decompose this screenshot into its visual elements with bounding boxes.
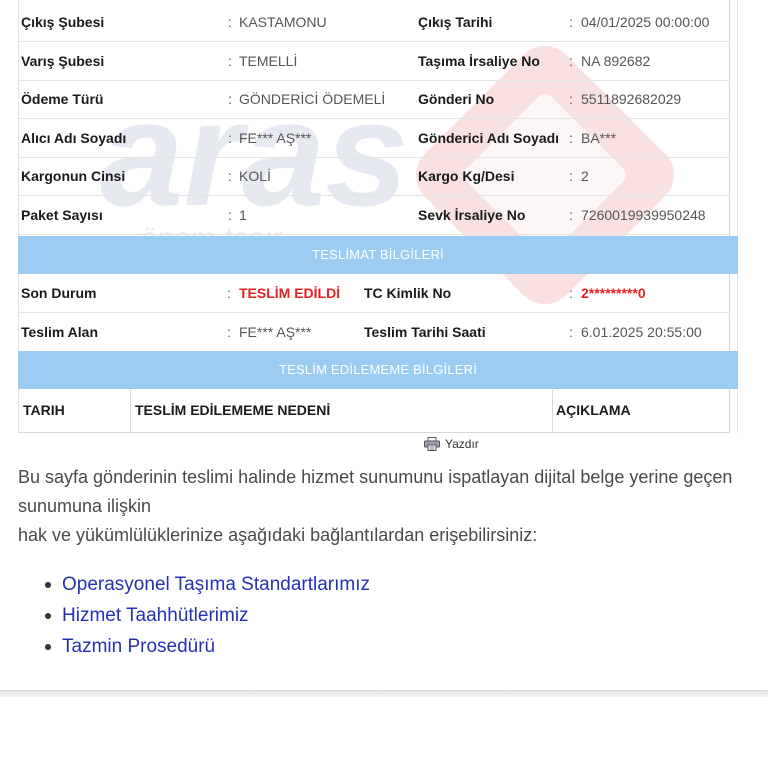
detail-row-names: Alıcı Adı Soyadı : FE*** AŞ*** Gönderici… [18, 119, 730, 158]
colon: : [569, 168, 573, 184]
bullet-icon [45, 613, 51, 619]
print-button[interactable]: Yazdır [424, 436, 479, 452]
sender-name-label: Gönderici Adı Soyadı [418, 130, 560, 146]
delivery-row-status: Son Durum : TESLİM EDİLDİ TC Kimlik No :… [18, 274, 730, 313]
colon: : [228, 53, 232, 69]
shipment-no-label: Gönderi No [418, 91, 495, 107]
colon: : [569, 14, 573, 30]
cargo-type-label: Kargonun Cinsi [21, 168, 126, 184]
received-by-label: Teslim Alan [21, 324, 99, 340]
recipient-name-value: FE*** AŞ*** [239, 130, 312, 146]
delivery-status-value: TESLİM EDİLDİ [239, 285, 341, 301]
colon: : [227, 285, 231, 301]
cargo-weight-value: 2 [581, 168, 589, 184]
paragraph-line: hak ve yükümlülüklerinize aşağıdaki bağl… [18, 525, 538, 545]
tc-id-label: TC Kimlik No [364, 285, 452, 301]
colon: : [227, 324, 231, 340]
dispatch-note-value: 7260019939950248 [581, 207, 706, 223]
payment-type-value: GÖNDERİCİ ÖDEMELİ [239, 91, 386, 107]
failed-delivery-header: TESLİM EDİLEMEME BİLGİLERİ [18, 351, 738, 389]
waybill-no-value: NA 892682 [581, 53, 651, 69]
sender-name-value: BA*** [581, 130, 617, 146]
received-by-value: FE*** AŞ*** [239, 324, 312, 340]
detail-row-arrival: Varış Şubesi : TEMELLİ Taşıma İrsaliye N… [18, 42, 730, 81]
column-reason: TESLİM EDİLEMEME NEDENİ [135, 402, 331, 418]
colon: : [228, 207, 232, 223]
bullet-icon [45, 582, 51, 588]
column-description: AÇIKLAMA [556, 402, 631, 418]
column-divider [130, 390, 131, 432]
cargo-weight-label: Kargo Kg/Desi [418, 168, 515, 184]
colon: : [569, 285, 573, 301]
package-count-value: 1 [239, 207, 247, 223]
list-item: Tazmin Prosedürü [42, 631, 370, 662]
detail-row-cargo: Kargonun Cinsi : KOLİ Kargo Kg/Desi : 2 [18, 157, 730, 196]
colon: : [228, 130, 232, 146]
payment-type-label: Ödeme Türü [21, 91, 104, 107]
delivery-datetime-label: Teslim Tarihi Saati [364, 324, 486, 340]
tc-id-value: 2*********0 [581, 285, 646, 301]
failed-delivery-columns: TARIH TESLİM EDİLEMEME NEDENİ AÇIKLAMA [18, 390, 730, 433]
link-operational-standards[interactable]: Operasyonel Taşıma Standartlarımız [62, 574, 370, 595]
detail-row-departure: Çıkış Şubesi : KASTAMONU Çıkış Tarihi : … [18, 3, 730, 42]
paragraph-line: Bu sayfa gönderinin teslimi halinde hizm… [18, 467, 733, 487]
cargo-type-value: KOLİ [239, 168, 271, 184]
departure-branch-label: Çıkış Şubesi [21, 14, 105, 30]
column-date: TARIH [23, 402, 65, 418]
waybill-no-label: Taşıma İrsaliye No [418, 53, 540, 69]
last-status-label: Son Durum [21, 285, 97, 301]
colon: : [228, 91, 232, 107]
shipment-no-value: 5511892682029 [581, 91, 682, 107]
departure-date-label: Çıkış Tarihi [418, 14, 493, 30]
colon: : [569, 324, 573, 340]
link-service-commitments[interactable]: Hizmet Taahhütlerimiz [62, 605, 249, 626]
column-divider [552, 390, 553, 432]
departure-branch-value: KASTAMONU [239, 14, 327, 30]
colon: : [569, 53, 573, 69]
delivery-row-receiver: Teslim Alan : FE*** AŞ*** Teslim Tarihi … [18, 313, 730, 352]
colon: : [569, 207, 573, 223]
departure-date-value: 04/01/2025 00:00:00 [581, 14, 710, 30]
colon: : [569, 130, 573, 146]
list-item: Hizmet Taahhütlerimiz [42, 600, 370, 631]
arrival-branch-label: Varış Şubesi [21, 53, 105, 69]
arrival-branch-value: TEMELLİ [239, 53, 298, 69]
delivery-info-header: TESLİMAT BİLGİLERİ [18, 236, 738, 274]
info-paragraph: Bu sayfa gönderinin teslimi halinde hizm… [18, 463, 768, 550]
colon: : [569, 91, 573, 107]
link-compensation-procedure[interactable]: Tazmin Prosedürü [62, 636, 215, 657]
print-label: Yazdır [445, 437, 479, 451]
detail-row-payment: Ödeme Türü : GÖNDERİCİ ÖDEMELİ Gönderi N… [18, 80, 730, 119]
paragraph-line: sunumuna ilişkin [18, 496, 152, 516]
detail-row-packages: Paket Sayısı : 1 Sevk İrsaliye No : 7260… [18, 196, 730, 235]
printer-icon [424, 437, 440, 451]
colon: : [228, 14, 232, 30]
bullet-icon [45, 644, 51, 650]
shipment-details-table: Çıkış Şubesi : KASTAMONU Çıkış Tarihi : … [18, 0, 738, 433]
dispatch-note-label: Sevk İrsaliye No [418, 207, 526, 223]
delivery-datetime-value: 6.01.2025 20:55:00 [581, 324, 702, 340]
package-count-label: Paket Sayısı [21, 207, 103, 223]
list-item: Operasyonel Taşıma Standartlarımız [42, 569, 370, 600]
colon: : [228, 168, 232, 184]
footer-divider [0, 690, 768, 697]
policy-links-list: Operasyonel Taşıma Standartlarımız Hizme… [42, 569, 370, 662]
recipient-name-label: Alıcı Adı Soyadı [21, 130, 127, 146]
